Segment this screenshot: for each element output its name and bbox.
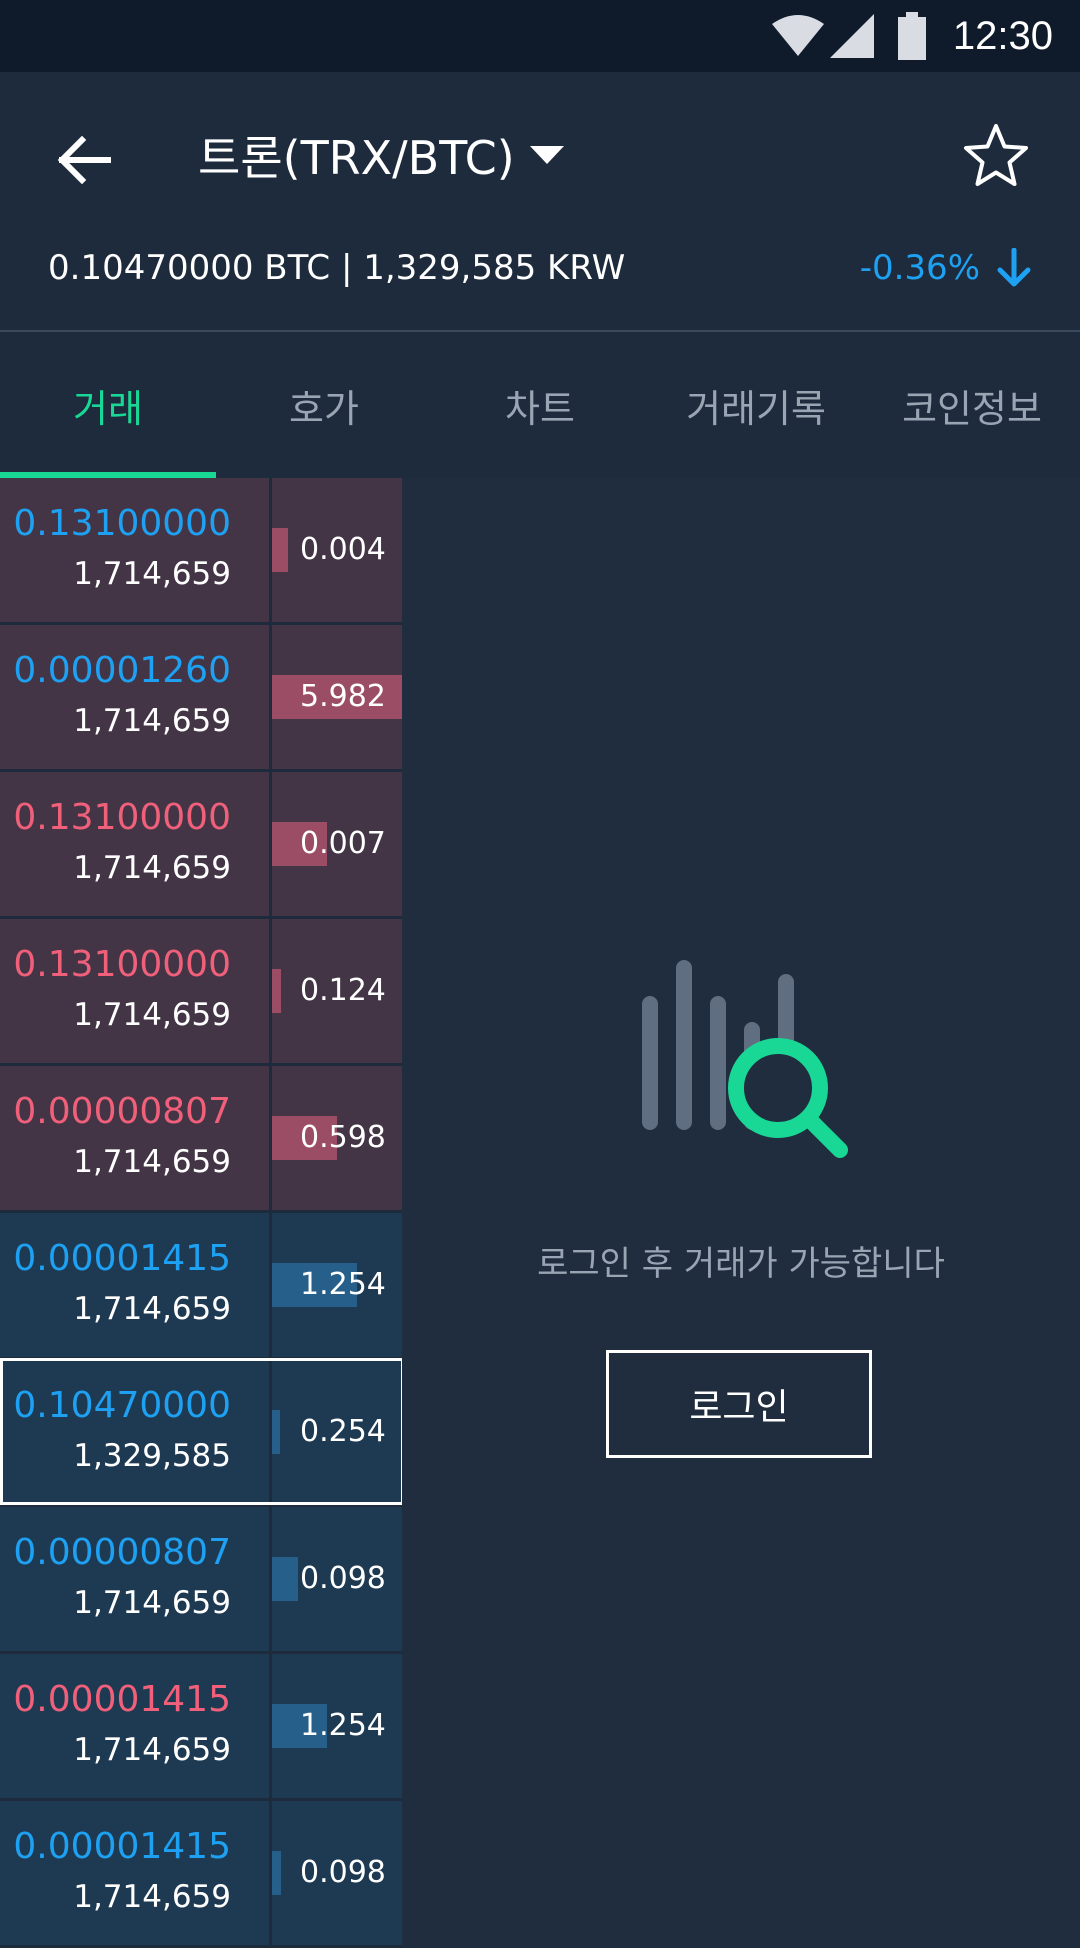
price-cell: 0.00001415 1,714,659 — [0, 1213, 272, 1358]
app-bar: 트론(TRX/BTC) 0.10470000 BTC | 1,329,585 K… — [0, 72, 1080, 330]
order-price-krw: 1,714,659 — [73, 703, 231, 739]
order-price-btc: 0.13100000 — [13, 797, 231, 838]
order-quantity: 0.007 — [300, 826, 386, 861]
order-price-btc: 0.13100000 — [13, 503, 231, 544]
orderbook-row[interactable]: 0.00000807 1,714,659 0.598 — [0, 1066, 402, 1213]
order-quantity: 5.982 — [300, 679, 386, 714]
order-quantity: 0.098 — [300, 1561, 386, 1596]
order-price-krw: 1,714,659 — [73, 997, 231, 1033]
tab-bar: 거래 호가 차트 거래기록 코인정보 — [0, 332, 1080, 478]
quantity-cell: 0.098 — [272, 1507, 402, 1652]
price-cell: 0.00001260 1,714,659 — [0, 625, 272, 770]
tab-trade[interactable]: 거래 — [0, 332, 216, 478]
order-price-btc: 0.13100000 — [13, 944, 231, 985]
order-price-btc: 0.10470000 — [13, 1385, 231, 1426]
status-bar: 12:30 — [0, 0, 1080, 72]
trade-panel: 로그인 후 거래가 가능합니다 로그인 — [402, 478, 1080, 1920]
tab-chart[interactable]: 차트 — [432, 332, 648, 478]
order-price-krw: 1,714,659 — [73, 1732, 231, 1768]
order-quantity: 1.254 — [300, 1267, 386, 1302]
orderbook-row[interactable]: 0.00001415 1,714,659 1.254 — [0, 1213, 402, 1360]
orderbook-list[interactable]: 0.13100000 1,714,659 0.004 0.00001260 1,714,… — [0, 478, 402, 1948]
quantity-bar — [272, 969, 281, 1013]
order-quantity: 0.598 — [300, 1120, 386, 1155]
order-price-krw: 1,714,659 — [73, 1879, 231, 1915]
orderbook-row[interactable]: 0.13100000 1,714,659 0.007 — [0, 772, 402, 919]
quantity-cell: 0.254 — [272, 1360, 402, 1505]
arrow-left-icon[interactable] — [52, 128, 116, 192]
quantity-cell: 0.124 — [272, 919, 402, 1064]
quantity-cell: 5.982 — [272, 625, 402, 770]
orderbook-row[interactable]: 0.00001415 1,714,659 0.098 — [0, 1801, 402, 1948]
order-price-krw: 1,329,585 — [73, 1438, 231, 1474]
tab-trade-history[interactable]: 거래기록 — [648, 332, 864, 478]
quantity-bar — [272, 1410, 280, 1454]
wifi-icon — [772, 15, 824, 56]
order-price-btc: 0.00001260 — [13, 650, 231, 691]
price-cell: 0.13100000 1,714,659 — [0, 478, 272, 623]
chart-search-icon — [642, 960, 848, 1158]
orderbook-row[interactable]: 0.00001260 1,714,659 5.982 — [0, 625, 402, 772]
orderbook-row[interactable]: 0.13100000 1,714,659 0.124 — [0, 919, 402, 1066]
price-cell: 0.00000807 1,714,659 — [0, 1507, 272, 1652]
quantity-bar — [272, 1557, 298, 1601]
price-cell: 0.10470000 1,329,585 — [0, 1360, 272, 1505]
order-quantity: 0.124 — [300, 973, 386, 1008]
arrow-down-icon — [997, 248, 1031, 287]
pair-title[interactable]: 트론(TRX/BTC) — [198, 126, 515, 190]
orderbook-row[interactable]: 0.13100000 1,714,659 0.004 — [0, 478, 402, 625]
price-cell: 0.13100000 1,714,659 — [0, 772, 272, 917]
quantity-cell: 1.254 — [272, 1654, 402, 1799]
tab-coin-info[interactable]: 코인정보 — [864, 332, 1080, 478]
quantity-cell: 1.254 — [272, 1213, 402, 1358]
price-cell: 0.00001415 1,714,659 — [0, 1654, 272, 1799]
status-time: 12:30 — [952, 14, 1053, 58]
tab-orderbook[interactable]: 호가 — [216, 332, 432, 478]
order-price-btc: 0.00001415 — [13, 1826, 231, 1867]
login-button[interactable]: 로그인 — [606, 1350, 872, 1458]
order-price-krw: 1,714,659 — [73, 1585, 231, 1621]
order-price-krw: 1,714,659 — [73, 1291, 231, 1327]
order-quantity: 0.098 — [300, 1855, 386, 1890]
quantity-bar — [272, 1851, 281, 1895]
orderbook-row[interactable]: 0.00000807 1,714,659 0.098 — [0, 1507, 402, 1654]
star-outline-icon[interactable] — [962, 122, 1030, 190]
quantity-cell: 0.598 — [272, 1066, 402, 1211]
price-cell: 0.00000807 1,714,659 — [0, 1066, 272, 1211]
order-price-btc: 0.00001415 — [13, 1238, 231, 1279]
battery-icon — [898, 12, 926, 60]
price-cell: 0.00001415 1,714,659 — [0, 1801, 272, 1946]
orderbook-row[interactable]: 0.00001415 1,714,659 1.254 — [0, 1654, 402, 1801]
order-price-krw: 1,714,659 — [73, 850, 231, 886]
quantity-cell: 0.007 — [272, 772, 402, 917]
order-price-krw: 1,714,659 — [73, 556, 231, 592]
caret-down-icon[interactable] — [530, 146, 564, 166]
change-percent: -0.36% — [859, 248, 980, 288]
quantity-cell: 0.098 — [272, 1801, 402, 1946]
signal-icon — [830, 14, 874, 58]
order-price-btc: 0.00001415 — [13, 1679, 231, 1720]
orderbook-row-current[interactable]: 0.10470000 1,329,585 0.254 — [0, 1360, 402, 1507]
quantity-bar — [272, 528, 288, 572]
order-quantity: 0.004 — [300, 532, 386, 567]
order-quantity: 1.254 — [300, 1708, 386, 1743]
order-price-btc: 0.00000807 — [13, 1532, 231, 1573]
login-required-message: 로그인 후 거래가 가능합니다 — [537, 1244, 945, 1284]
order-quantity: 0.254 — [300, 1414, 386, 1449]
price-summary: 0.10470000 BTC | 1,329,585 KRW — [48, 248, 626, 288]
price-cell: 0.13100000 1,714,659 — [0, 919, 272, 1064]
order-price-btc: 0.00000807 — [13, 1091, 231, 1132]
quantity-cell: 0.004 — [272, 478, 402, 623]
price-change: -0.36% — [860, 244, 1032, 292]
order-price-krw: 1,714,659 — [73, 1144, 231, 1180]
